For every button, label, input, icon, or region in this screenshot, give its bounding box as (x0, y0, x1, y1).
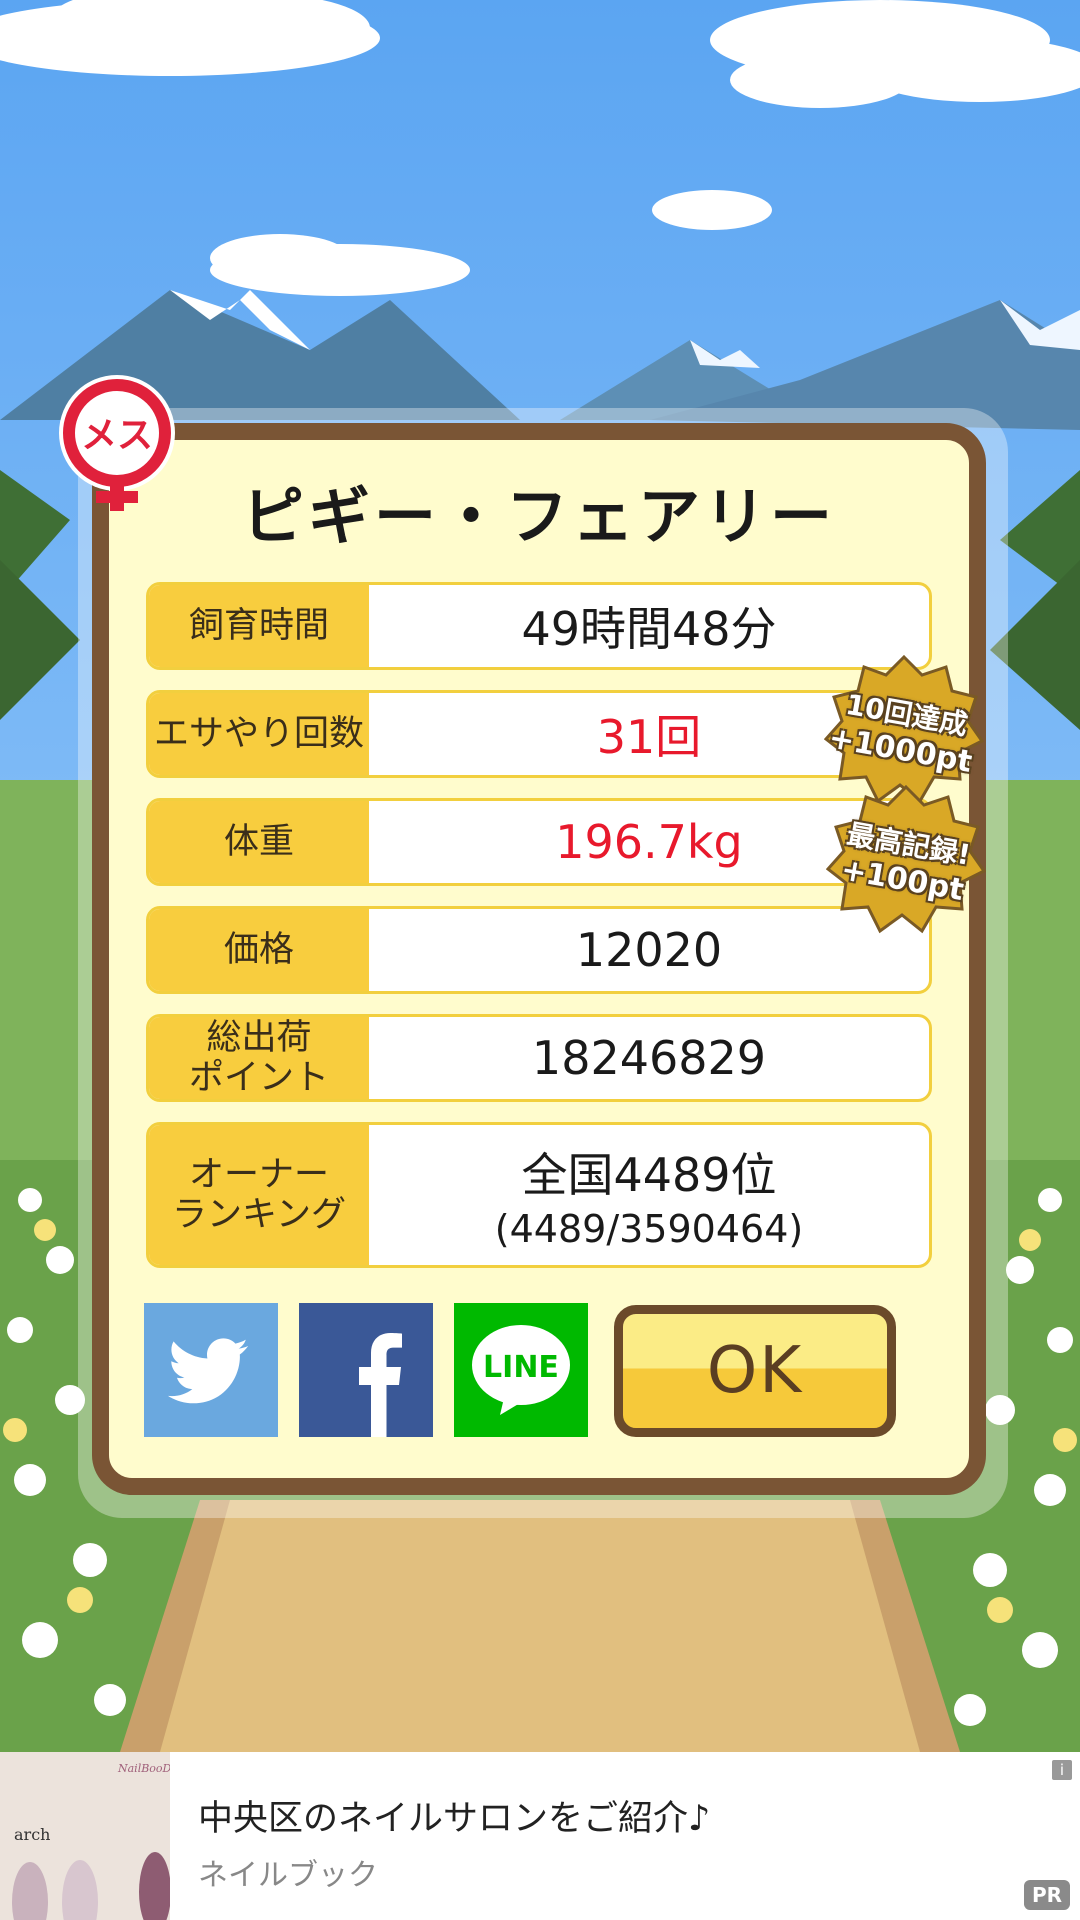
stat-label: 体重 (149, 801, 369, 883)
stat-label: 総出荷 ポイント (149, 1017, 369, 1099)
ranking-detail: (4489/3590464) (494, 1207, 804, 1251)
ad-pr-badge: PR (1023, 1880, 1070, 1910)
gender-label: メス (81, 415, 153, 456)
stat-value: 全国4489位 (4489/3590464) (369, 1125, 929, 1265)
share-line-button[interactable]: LINE (454, 1303, 588, 1437)
ok-button-label: OK (706, 1334, 804, 1408)
share-twitter-button[interactable] (144, 1303, 278, 1437)
share-facebook-button[interactable] (299, 1303, 433, 1437)
ad-thumb-logo: NailBooD (117, 1762, 170, 1775)
ranking-value: 全国4489位 (521, 1148, 777, 1202)
stat-label: 価格 (149, 909, 369, 991)
stat-label: エサやり回数 (149, 693, 369, 775)
svg-text:LINE: LINE (483, 1350, 559, 1385)
stat-row-feed-count: エサやり回数 31回 (146, 690, 932, 778)
stat-row-owner-ranking: オーナー ランキング 全国4489位 (4489/3590464) (146, 1122, 932, 1268)
pig-name: ピギー・フェアリー (241, 480, 836, 553)
stat-value: 18246829 (531, 1031, 767, 1085)
line-bubble-icon: LINE (454, 1303, 588, 1437)
ad-banner[interactable]: arch NailBooD 中央区のネイルサロンをご紹介♪ ネイルブック i P… (0, 1752, 1080, 1920)
ok-button[interactable]: OK (614, 1305, 896, 1437)
ad-thumb-brand: arch (14, 1825, 50, 1844)
stat-row-weight: 体重 196.7kg (146, 798, 932, 886)
stat-label: オーナー ランキング (149, 1125, 369, 1265)
bonus-stamp-record: 最高記録! +100pt (826, 785, 986, 935)
ad-title[interactable]: 中央区のネイルサロンをご紹介♪ (198, 1790, 710, 1841)
facebook-f-icon (299, 1303, 433, 1437)
stat-row-raising-time: 飼育時間 49時間48分 (146, 582, 932, 670)
ad-source: ネイルブック (198, 1858, 378, 1893)
stat-label: 飼育時間 (149, 585, 369, 667)
ad-info-icon[interactable]: i (1052, 1760, 1072, 1780)
ad-thumbnail[interactable]: arch NailBooD (0, 1752, 170, 1920)
stat-row-total-shipping-points: 総出荷 ポイント 18246829 (146, 1014, 932, 1102)
twitter-bird-icon (144, 1303, 278, 1437)
